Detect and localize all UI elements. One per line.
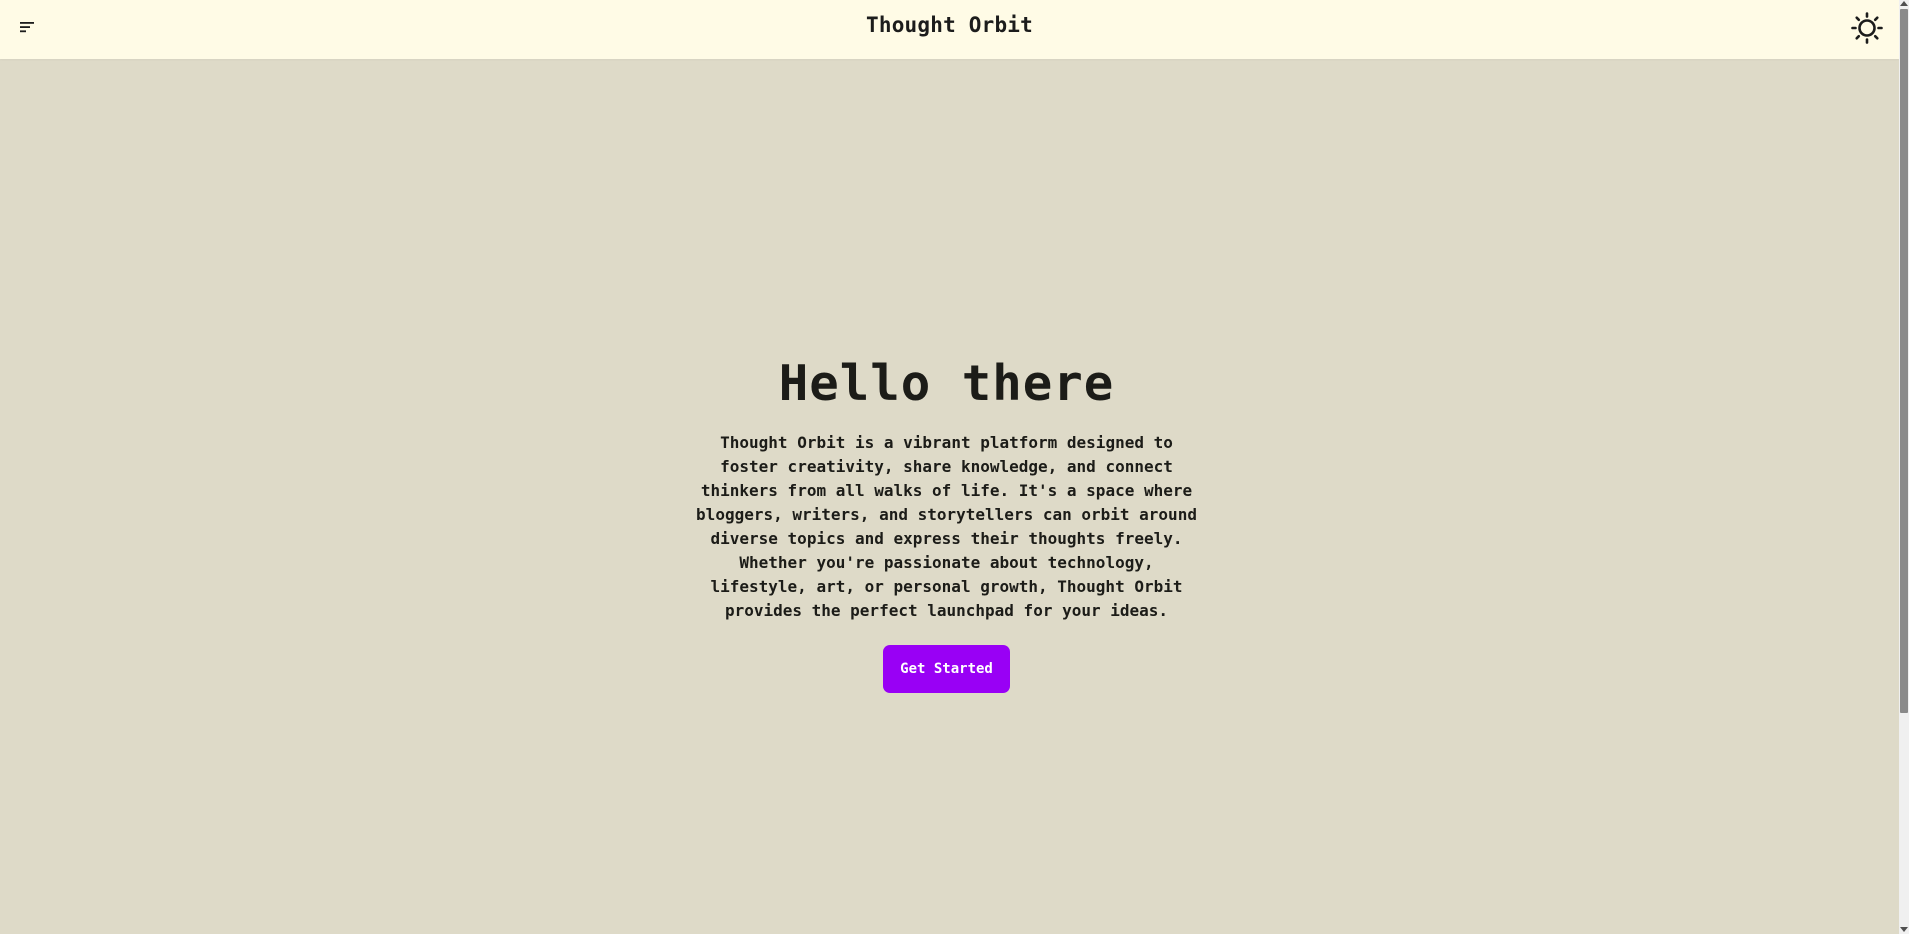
page: Thought Orbit Hello there Thought Orbit … — [0, 0, 1899, 934]
sun-icon — [1851, 12, 1883, 44]
vertical-scrollbar[interactable] — [1899, 0, 1909, 934]
hero-heading: Hello there — [778, 355, 1115, 412]
scrollbar-thumb[interactable] — [1900, 9, 1908, 713]
get-started-button[interactable]: Get Started — [883, 645, 1010, 693]
hero-description: Thought Orbit is a vibrant platform desi… — [696, 433, 1197, 620]
scroll-up-arrow-icon[interactable] — [1900, 1, 1908, 6]
navbar: Thought Orbit — [0, 0, 1899, 59]
theme-toggle-button[interactable] — [1848, 9, 1886, 47]
scroll-down-arrow-icon[interactable] — [1900, 927, 1908, 932]
hero-section: Hello there Thought Orbit is a vibrant p… — [0, 355, 1893, 693]
site-title[interactable]: Thought Orbit — [0, 13, 1899, 37]
